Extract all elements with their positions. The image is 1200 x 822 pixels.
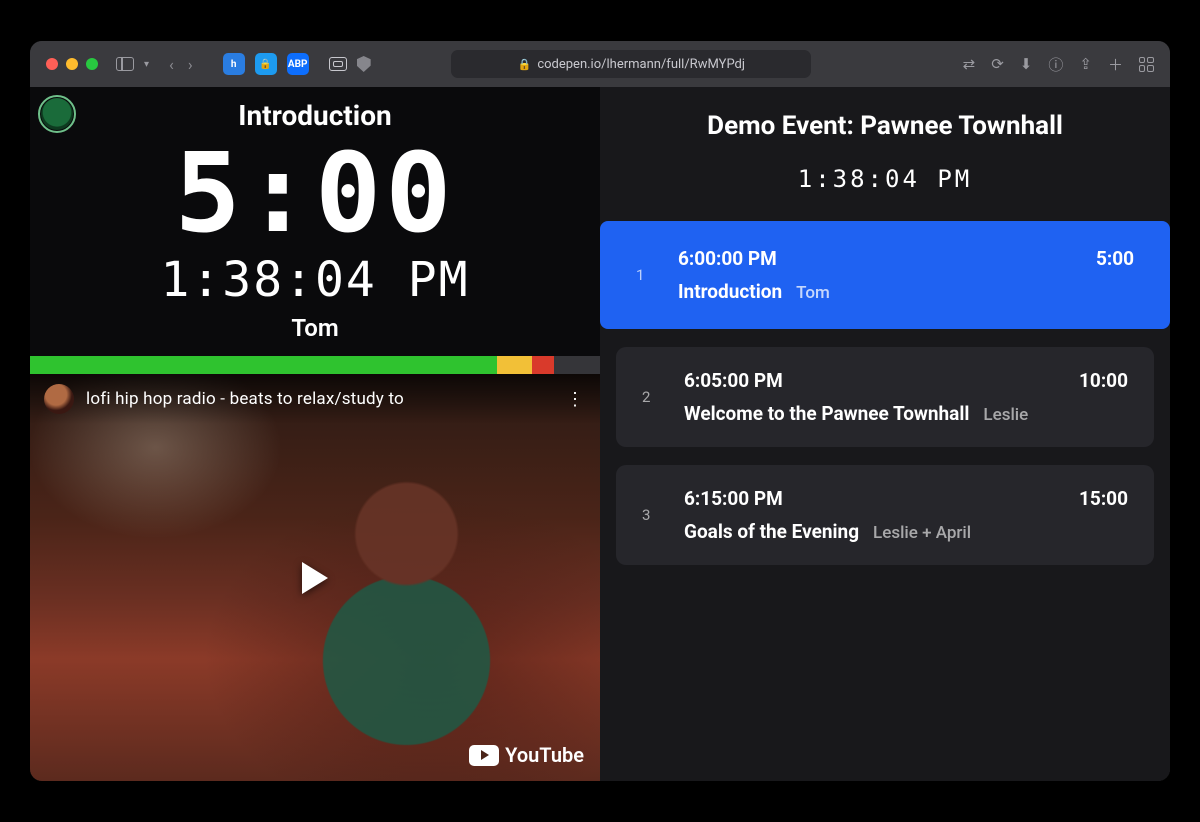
- agenda-item-name: Introduction: [678, 280, 782, 303]
- agenda-item-name: Welcome to the Pawnee Townhall: [684, 402, 969, 425]
- chevron-down-icon[interactable]: ▾: [144, 59, 149, 70]
- event-logo: [38, 95, 76, 133]
- countdown-timer: 5:00: [30, 138, 600, 248]
- extension-icons: h 🔒 ABP: [223, 53, 309, 75]
- agenda-item-speaker: Leslie: [983, 405, 1028, 425]
- forward-button[interactable]: ›: [188, 55, 193, 74]
- minimize-window-button[interactable]: [66, 58, 78, 70]
- youtube-logo[interactable]: YouTube: [469, 743, 584, 767]
- screenshot-extension-icon[interactable]: [329, 57, 347, 71]
- current-time-left: 1:38:04 PM: [30, 256, 600, 304]
- progress-remaining: [554, 356, 600, 374]
- progress-green: [30, 356, 497, 374]
- video-title[interactable]: lofi hip hop radio - beats to relax/stud…: [86, 389, 404, 409]
- toolbar-right: ⇄ ⟳ ⬇ ⓘ ⇪ ＋: [963, 54, 1154, 75]
- agenda-item-speaker: Tom: [796, 283, 830, 303]
- agenda-item-start: 6:00:00 PM: [678, 247, 1078, 270]
- video-menu-icon[interactable]: ⋮: [566, 389, 586, 410]
- traffic-lights: [46, 58, 98, 70]
- agenda-item-duration: 5:00: [1096, 247, 1134, 270]
- info-icon[interactable]: ⓘ: [1048, 54, 1063, 75]
- timer-area: Introduction 5:00 1:38:04 PM Tom: [30, 87, 600, 348]
- browser-chrome: ▾ ‹ › h 🔒 ABP 🔒 codepen.io/lhermann/full…: [30, 41, 1170, 87]
- agenda-item-number: 3: [642, 506, 666, 524]
- extension-lock-icon[interactable]: 🔒: [255, 53, 277, 75]
- agenda-item-duration: 15:00: [1079, 487, 1128, 510]
- agenda-item-start: 6:05:00 PM: [684, 369, 1061, 392]
- event-title: Demo Event: Pawnee Townhall: [600, 111, 1170, 141]
- agenda-item-number: 1: [636, 266, 660, 284]
- address-bar[interactable]: 🔒 codepen.io/lhermann/full/RwMYPdj: [451, 50, 811, 78]
- agenda-item-start: 6:15:00 PM: [684, 487, 1061, 510]
- current-speaker: Tom: [30, 314, 600, 342]
- progress-yellow: [497, 356, 531, 374]
- sidebar-toggle-icon[interactable]: [116, 57, 134, 71]
- agenda-item-duration: 10:00: [1079, 369, 1128, 392]
- privacy-shield-icon[interactable]: [357, 56, 371, 72]
- tab-overview-icon[interactable]: [1139, 57, 1154, 72]
- play-button-icon[interactable]: [302, 562, 328, 594]
- agenda-item-speaker: Leslie + April: [873, 523, 971, 543]
- right-panel: Demo Event: Pawnee Townhall 1:38:04 PM 1…: [600, 87, 1170, 781]
- url-text: codepen.io/lhermann/full/RwMYPdj: [537, 57, 745, 72]
- translate-icon[interactable]: ⇄: [963, 55, 976, 73]
- app-content: Introduction 5:00 1:38:04 PM Tom lofi hi…: [30, 87, 1170, 781]
- video-top-bar: lofi hip hop radio - beats to relax/stud…: [30, 374, 600, 424]
- current-time-right: 1:38:04 PM: [600, 165, 1170, 193]
- nav-arrows: ‹ ›: [169, 55, 193, 74]
- fullscreen-window-button[interactable]: [86, 58, 98, 70]
- current-segment-title: Introduction: [30, 99, 600, 132]
- agenda-item[interactable]: 3 6:15:00 PM 15:00 Goals of the Evening …: [616, 465, 1154, 565]
- left-panel: Introduction 5:00 1:38:04 PM Tom lofi hi…: [30, 87, 600, 781]
- reload-button[interactable]: ⟳: [991, 55, 1004, 73]
- agenda-item[interactable]: 1 6:00:00 PM 5:00 Introduction Tom: [600, 221, 1170, 329]
- extension-abp-icon[interactable]: ABP: [287, 53, 309, 75]
- share-icon[interactable]: ⇪: [1079, 55, 1092, 73]
- progress-bar: [30, 356, 600, 374]
- extension-honey-icon[interactable]: h: [223, 53, 245, 75]
- youtube-mark-icon: [469, 745, 499, 766]
- agenda-item-number: 2: [642, 388, 666, 406]
- lock-icon: 🔒: [518, 58, 532, 71]
- video-embed[interactable]: lofi hip hop radio - beats to relax/stud…: [30, 374, 600, 781]
- agenda-item-name: Goals of the Evening: [684, 520, 859, 543]
- youtube-label: YouTube: [505, 743, 584, 767]
- new-tab-button[interactable]: ＋: [1108, 54, 1123, 75]
- progress-red: [532, 356, 555, 374]
- close-window-button[interactable]: [46, 58, 58, 70]
- downloads-icon[interactable]: ⬇: [1020, 55, 1033, 73]
- back-button[interactable]: ‹: [169, 55, 174, 74]
- agenda-list: 1 6:00:00 PM 5:00 Introduction Tom 2 6:0…: [600, 221, 1170, 565]
- agenda-item[interactable]: 2 6:05:00 PM 10:00 Welcome to the Pawnee…: [616, 347, 1154, 447]
- browser-window: ▾ ‹ › h 🔒 ABP 🔒 codepen.io/lhermann/full…: [30, 41, 1170, 781]
- channel-avatar[interactable]: [44, 384, 74, 414]
